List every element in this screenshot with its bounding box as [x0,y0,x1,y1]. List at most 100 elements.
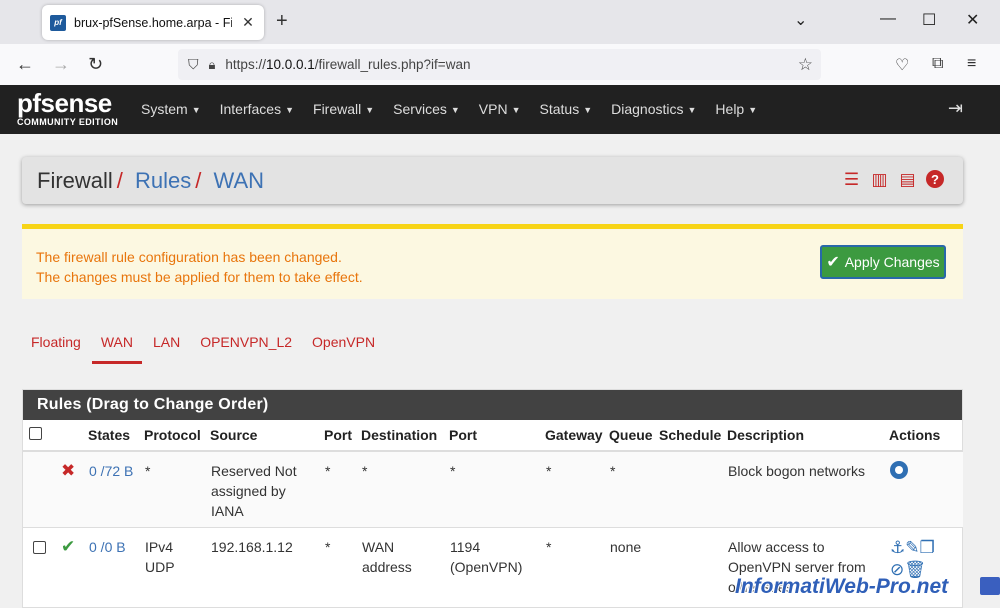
header-destination[interactable]: Destination [357,420,445,452]
tab-close-icon[interactable]: ✕ [240,14,256,31]
new-tab-icon[interactable]: + [276,10,288,33]
block-x-icon: ✖ [61,461,76,480]
breadcrumb-firewall: Firewall [37,168,113,193]
list-alt-icon[interactable]: ▤ [898,170,917,190]
row-states[interactable]: 0 /72 B [84,451,140,528]
logo-brand-text: pfsense [17,88,112,118]
row-checkbox-cell [23,451,56,528]
alert-line-1: The firewall rule configuration has been… [36,249,342,265]
breadcrumb-icons: ☰ ▥ ▤ ? [842,170,944,190]
gear-icon[interactable] [890,461,908,479]
copy-icon[interactable]: ❐ [920,538,935,557]
menu-help[interactable]: Help ▼ [715,101,757,117]
header-actions: Actions [885,420,963,452]
pfsense-header: pfsense COMMUNITY EDITION System ▼ Interf… [0,85,1000,134]
table-header-row: States Protocol Source Port Destination … [23,420,963,452]
row-port: * [325,539,331,555]
bookmark-star-icon[interactable]: ☆ [798,55,813,75]
caret-down-icon: ▼ [583,105,593,116]
lock-icon[interactable]: 🔒︎ [209,57,216,73]
shield-icon[interactable]: ⛉ [188,56,199,73]
header-queue[interactable]: Queue [605,420,655,452]
url-text[interactable]: https://10.0.0.1/firewall_rules.php?if=w… [225,57,470,72]
row-checkbox[interactable] [33,541,46,554]
tab-floating[interactable]: Floating [22,334,90,364]
browser-tab[interactable]: pf brux-pfSense.home.arpa - Firew ✕ [42,5,264,40]
page-scrollbar[interactable] [984,134,1000,608]
header-dest-port[interactable]: Port [445,420,541,452]
help-icon[interactable]: ? [926,170,944,188]
header-gateway[interactable]: Gateway [541,420,605,452]
anchor-icon[interactable]: ⚓ [890,538,905,557]
row-destination: * [357,451,445,528]
breadcrumb-rules[interactable]: Rules [135,168,191,193]
pass-check-icon: ✔ [61,537,76,556]
logo-edition: COMMUNITY EDITION [17,117,119,127]
select-all-checkbox[interactable] [29,427,42,440]
row-actions [885,451,963,528]
apply-changes-label: Apply Changes [844,254,940,270]
pocket-icon[interactable]: ♡ [895,55,909,75]
tab-lan[interactable]: LAN [144,334,189,364]
extensions-icon[interactable]: ⧉ [932,55,943,73]
window-close-icon[interactable]: ✕ [966,10,979,30]
menu-hamburger-icon[interactable]: ≡ [967,55,976,73]
breadcrumb-separator: / [116,168,123,193]
reload-icon[interactable]: ↻ [88,54,103,75]
row-destination: WAN address [362,539,412,575]
tab-openvpn[interactable]: OpenVPN [303,334,384,364]
select-all-checkbox-cell [23,420,56,452]
header-port[interactable]: Port [320,420,357,452]
minimize-icon[interactable]: — [880,10,896,28]
menu-firewall[interactable]: Firewall ▼ [313,101,374,117]
caret-down-icon: ▼ [511,105,521,116]
sliders-icon[interactable]: ☰ [842,170,861,190]
breadcrumb-separator: / [195,168,202,193]
header-states[interactable]: States [84,420,140,452]
header-protocol[interactable]: Protocol [140,420,206,452]
row-queue: * [605,451,655,528]
row-dest-port: 1194 (OpenVPN) [450,539,523,575]
tab-wan[interactable]: WAN [91,334,143,364]
breadcrumb-wan[interactable]: WAN [214,168,265,193]
edit-pencil-icon[interactable]: ✎ [905,538,919,557]
menu-system[interactable]: System ▼ [141,101,201,117]
row-schedule [655,451,723,528]
address-bar[interactable]: ⛉ 🔒︎ https://10.0.0.1/firewall_rules.php… [178,49,821,80]
menu-label: Status [539,101,580,117]
watermark-logo-icon [980,577,1000,595]
url-host: 10.0.0.1 [265,57,315,72]
config-changed-alert: The firewall rule configuration has been… [22,224,963,299]
row-states[interactable]: 0 /0 B [84,528,140,604]
pfsense-logo[interactable]: pfsense COMMUNITY EDITION [17,90,118,127]
caret-down-icon: ▼ [687,105,697,116]
logout-icon[interactable]: ⇥ [948,98,963,119]
forward-icon[interactable]: → [52,54,70,75]
tab-title: brux-pfSense.home.arpa - Firew [74,15,232,30]
bar-chart-icon[interactable]: ▥ [870,170,889,190]
panel-title: Rules (Drag to Change Order) [23,390,962,420]
menu-label: Diagnostics [611,101,684,117]
menu-services[interactable]: Services ▼ [393,101,460,117]
browser-nav-bar: ← → ↻ ⛉ 🔒︎ https://10.0.0.1/firewall_rul… [0,44,1000,85]
browser-tab-bar: pf brux-pfSense.home.arpa - Firew ✕ + ⌄ … [0,0,1000,44]
maximize-icon[interactable]: ☐ [922,10,936,30]
row-gateway: * [546,539,552,555]
table-row[interactable]: ✖ 0 /72 B * Reserved Not assigned by IAN… [23,451,963,528]
menu-label: Interfaces [219,101,282,117]
tab-openvpn-l2[interactable]: OPENVPN_L2 [191,334,301,364]
apply-changes-button[interactable]: ✔ Apply Changes [820,245,946,279]
menu-vpn[interactable]: VPN ▼ [479,101,521,117]
menu-interfaces[interactable]: Interfaces ▼ [220,101,294,117]
header-schedule[interactable]: Schedule [655,420,723,452]
back-icon[interactable]: ← [16,54,34,75]
row-protocol: * [140,451,206,528]
tab-list-chevron-icon[interactable]: ⌄ [794,10,807,30]
header-source[interactable]: Source [206,420,320,452]
menu-diagnostics[interactable]: Diagnostics ▼ [611,101,696,117]
header-description[interactable]: Description [723,420,885,452]
menu-status[interactable]: Status ▼ [540,101,593,117]
row-source: Reserved Not assigned by IANA [206,451,320,528]
row-dest-port: * [445,451,541,528]
menu-label: VPN [478,101,508,117]
